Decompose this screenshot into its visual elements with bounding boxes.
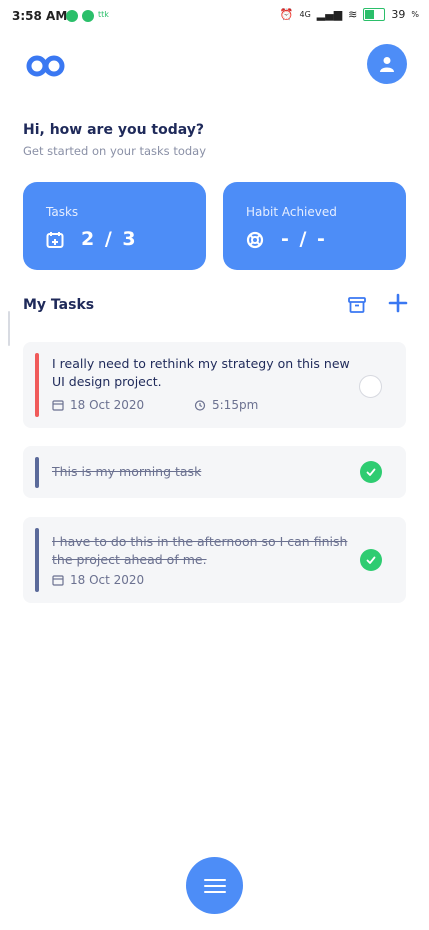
alarm-icon: ⏰ — [279, 8, 294, 21]
check-icon — [366, 468, 376, 476]
task-item[interactable]: This is my morning task — [23, 446, 406, 498]
task-item[interactable]: I really need to rethink my strategy on … — [23, 342, 406, 428]
alarm-clock-icon — [194, 400, 206, 411]
plus-icon — [388, 293, 408, 313]
task-text: I really need to rethink my strategy on … — [52, 356, 350, 389]
signal-icon: ▂▄▆ — [316, 8, 343, 21]
card-label: Tasks — [46, 205, 79, 219]
status-right-icons: ⏰ 4G ▂▄▆ ≋ 39% — [279, 8, 419, 21]
task-date: 18 Oct 2020 — [52, 573, 144, 587]
card-value: 2 / 3 — [81, 228, 138, 250]
habit-summary-card[interactable]: Habit Achieved - / - — [223, 182, 406, 270]
menu-button[interactable] — [186, 857, 243, 914]
add-task-button[interactable] — [388, 293, 408, 317]
calendar-icon — [52, 400, 64, 411]
profile-avatar-button[interactable] — [367, 44, 407, 84]
greeting-subtitle: Get started on your tasks today — [23, 144, 207, 158]
card-label: Habit Achieved — [246, 205, 337, 219]
tasks-summary-card[interactable]: Tasks 2 / 3 — [23, 182, 206, 270]
wifi-icon: ≋ — [348, 8, 358, 21]
calendar-plus-icon — [46, 231, 64, 253]
priority-bar — [35, 528, 39, 592]
task-complete-checkbox[interactable] — [360, 549, 382, 571]
task-date-text: 18 Oct 2020 — [70, 398, 145, 412]
task-date: 18 Oct 2020 — [52, 398, 144, 412]
calendar-icon — [52, 575, 64, 586]
app-notification-icon — [66, 10, 78, 22]
task-item[interactable]: I have to do this in the afternoon so I … — [23, 517, 406, 603]
app-logo — [25, 54, 67, 82]
task-time-text: 5:15pm — [212, 398, 259, 412]
battery-percent: 39 — [391, 8, 406, 21]
lifebuoy-icon — [246, 231, 264, 253]
priority-bar — [35, 457, 39, 488]
section-title: My Tasks — [23, 297, 95, 313]
task-complete-checkbox[interactable] — [360, 461, 382, 483]
status-time: 3:58 AM — [12, 9, 68, 23]
archive-icon — [348, 297, 366, 313]
status-bar: 3:58 AM ttk ⏰ 4G ▂▄▆ ≋ 39% — [0, 0, 429, 34]
menu-icon — [203, 878, 226, 893]
greeting-title: Hi, how are you today? — [23, 122, 205, 138]
battery-icon — [363, 8, 386, 21]
user-icon — [380, 57, 394, 72]
check-icon — [366, 556, 376, 564]
task-complete-checkbox[interactable] — [359, 375, 382, 398]
status-small-text: ttk — [98, 10, 109, 19]
card-value: - / - — [281, 228, 327, 250]
task-time: 5:15pm — [194, 398, 258, 412]
priority-bar — [35, 353, 39, 417]
task-text: This is my morning task — [52, 464, 202, 479]
app-notification-icon-2 — [82, 10, 94, 22]
archive-button[interactable] — [347, 295, 367, 319]
scroll-indicator — [8, 311, 10, 346]
network-label: 4G — [299, 10, 311, 19]
task-text: I have to do this in the afternoon so I … — [52, 534, 348, 567]
task-date-text: 18 Oct 2020 — [70, 573, 145, 587]
